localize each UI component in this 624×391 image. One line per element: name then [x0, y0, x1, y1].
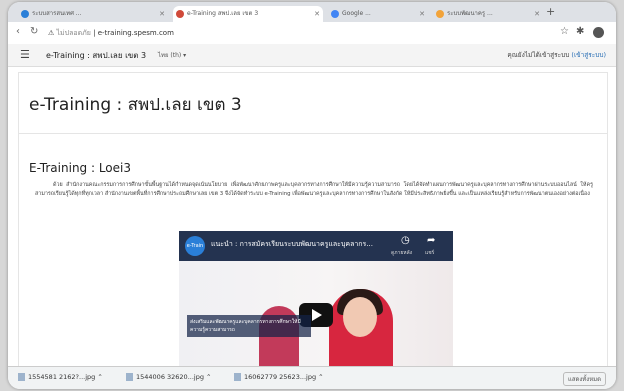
file-icon	[18, 373, 25, 381]
warning-icon: ⚠	[48, 29, 57, 37]
back-icon[interactable]: ‹	[16, 26, 20, 37]
download-filename: 1554581 2162?...jpg	[28, 373, 96, 381]
share-icon[interactable]: ➦	[427, 235, 435, 246]
file-icon	[126, 373, 133, 381]
browser-tab-active[interactable]: e-Training สพป.เลย เขต 3 ✕	[173, 6, 323, 22]
download-item[interactable]: 16062779 25623...jpg ⌃	[234, 373, 324, 381]
video-header: e-Train แนะนำ : การสมัครเรียนระบบพัฒนาคร…	[179, 231, 453, 261]
page-title: e-Training : สพป.เลย เขต 3	[29, 95, 242, 115]
browser-window: ระบบสารสนเทศ ... ✕ e-Training สพป.เลย เข…	[8, 2, 616, 389]
profile-avatar[interactable]	[593, 27, 604, 38]
close-icon[interactable]: ✕	[534, 6, 540, 22]
page-header: e-Training : สพป.เลย เขต 3	[19, 73, 607, 134]
url-security-label: ไม่ปลอดภัย	[56, 29, 91, 37]
tab-favicon-icon	[21, 10, 29, 18]
login-link[interactable]: (เข้าสู่ระบบ)	[571, 51, 606, 59]
site-brand[interactable]: e-Training : สพป.เลย เขต 3	[46, 49, 146, 62]
video-title[interactable]: แนะนำ : การสมัครเรียนระบบพัฒนาครูและบุคล…	[211, 239, 391, 250]
reload-icon[interactable]: ↻	[30, 26, 38, 37]
download-filename: 1544006 32620...jpg	[136, 373, 204, 381]
download-item[interactable]: 1554581 2162?...jpg ⌃	[18, 373, 103, 381]
intro-paragraph: ด้วย สำนักงานคณะกรรมการการศึกษาขั้นพื้นฐ…	[35, 182, 593, 197]
presenter-face	[343, 297, 377, 337]
browser-tab[interactable]: ระบบสารสนเทศ ... ✕	[18, 6, 168, 22]
tab-label: Google ...	[342, 10, 371, 17]
address-bar[interactable]: ⚠ ไม่ปลอดภัย | e-training.spesm.com	[48, 26, 174, 40]
tab-label: ระบบสารสนเทศ ...	[32, 10, 82, 17]
tab-favicon-icon	[176, 10, 184, 18]
login-status: คุณยังไม่ได้เข้าสู่ระบบ (เข้าสู่ระบบ)	[507, 50, 606, 60]
tab-favicon-icon	[436, 10, 444, 18]
tab-favicon-icon	[331, 10, 339, 18]
clock-icon[interactable]: ◷	[401, 235, 410, 246]
tab-strip: ระบบสารสนเทศ ... ✕ e-Training สพป.เลย เข…	[8, 2, 616, 22]
video-caption: ส่งเสริมและพัฒนาครูและบุคลากรทางการศึกษา…	[187, 315, 311, 337]
tab-label: ระบบพัฒนาครู ...	[447, 10, 493, 17]
url-text: e-training.spesm.com	[97, 29, 174, 37]
browser-tab[interactable]: ระบบพัฒนาครู ... ✕	[433, 6, 543, 22]
close-icon[interactable]: ✕	[314, 6, 320, 22]
bookmark-star-icon[interactable]: ☆	[560, 26, 569, 37]
new-tab-button[interactable]: +	[546, 5, 555, 18]
extensions-icon[interactable]: ✱	[576, 26, 584, 37]
browser-tab[interactable]: Google ... ✕	[328, 6, 428, 22]
menu-icon[interactable]: ☰	[20, 48, 30, 61]
page-content: e-Training : สพป.เลย เขต 3 E-Training : …	[18, 72, 608, 389]
share-label: แชร์	[425, 250, 435, 256]
show-all-downloads-button[interactable]: แสดงทั้งหมด	[562, 372, 606, 386]
login-prompt: คุณยังไม่ได้เข้าสู่ระบบ	[507, 51, 570, 59]
download-filename: 16062779 25623...jpg	[244, 373, 317, 381]
section-title: E-Training : Loei3	[29, 161, 131, 175]
language-selector[interactable]: ไทย (th) ▾	[158, 50, 186, 60]
download-item[interactable]: 1544006 32620...jpg ⌃	[126, 373, 211, 381]
channel-logo[interactable]: e-Train	[185, 236, 205, 256]
address-toolbar: ‹ ↻ ⚠ ไม่ปลอดภัย | e-training.spesm.com …	[8, 22, 616, 45]
close-icon[interactable]: ✕	[159, 6, 165, 22]
close-icon[interactable]: ✕	[419, 6, 425, 22]
file-icon	[234, 373, 241, 381]
tab-label: e-Training สพป.เลย เขต 3	[187, 10, 259, 17]
downloads-bar: 1554581 2162?...jpg ⌃ 1544006 32620...jp…	[8, 366, 616, 389]
watch-later-label: ดูภายหลัง	[391, 250, 413, 256]
site-navbar: ☰ e-Training : สพป.เลย เขต 3 ไทย (th) ▾ …	[8, 44, 616, 67]
